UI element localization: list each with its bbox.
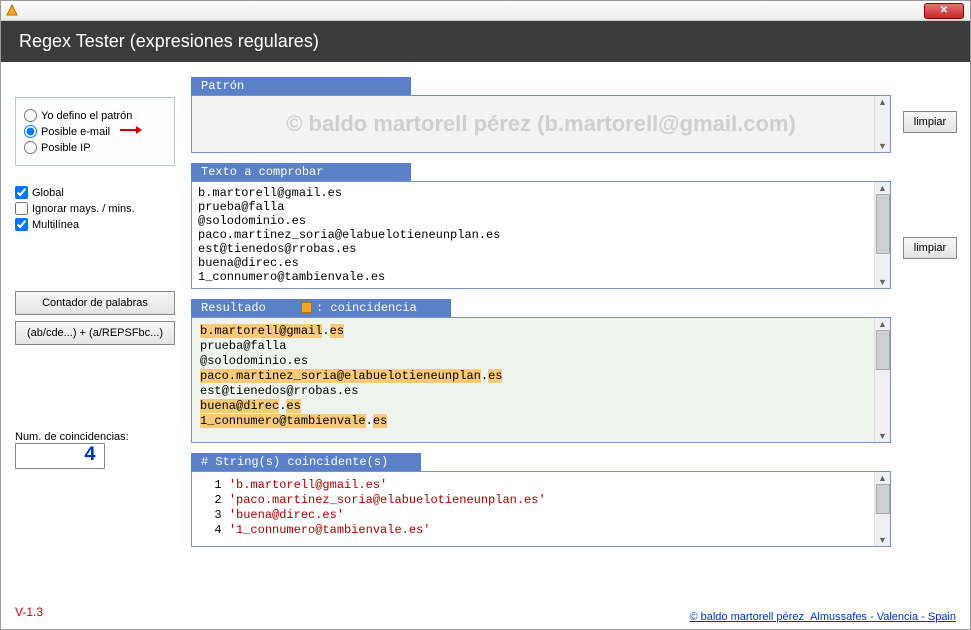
check-global[interactable]: Global [15,186,175,199]
coincidences-count: 4 [15,443,105,469]
patron-box: © baldo martorell pérez (b.martorell@gma… [191,95,891,153]
result-line: paco.martinez_soria@elabuelotieneunplan.… [200,369,870,384]
arrow-icon [118,125,142,138]
result-line: buena@direc.es [200,399,870,414]
result-line: @solodominio.es [200,354,870,369]
matches-box: 1 'b.martorell@gmail.es' 2 'paco.martine… [191,471,891,547]
texto-input[interactable] [192,182,890,288]
credits-link[interactable]: © baldo martorell pérez Almussafes - Val… [689,611,956,623]
radio-possible-email-input[interactable] [24,125,37,138]
pattern-mode-group: Yo defino el patrón Posible e-mail Posib… [15,97,175,166]
radio-define-pattern-input[interactable] [24,109,37,122]
section-resultado: Resultado : coincidencia b.martorell@gma… [191,299,891,443]
radio-define-pattern[interactable]: Yo defino el patrón [24,109,166,122]
section-matches: # String(s) coincidente(s) 1 'b.martorel… [191,453,891,547]
texto-header: Texto a comprobar [191,163,411,181]
patron-header: Patrón [191,77,411,95]
credits-author: © baldo martorell pérez [689,611,804,623]
result-line: 1_connumero@tambienvale.es [200,414,870,429]
result-line: b.martorell@gmail.es [200,324,870,339]
capture-groups-button[interactable]: (ab/cde...) + (a/REPSFbc...) [15,321,175,345]
page-title: Regex Tester (expresiones regulares) [1,21,970,62]
patron-input[interactable] [192,96,890,152]
check-label: Global [32,187,64,199]
match-row: 4 '1_connumero@tambienvale.es' [200,523,870,538]
resultado-chip-label: : coincidencia [316,301,417,315]
titlebar: ✕ [1,1,970,21]
result-line: prueba@falla [200,339,870,354]
check-ignore-case[interactable]: Ignorar mays. / mins. [15,202,175,215]
window-close-button[interactable]: ✕ [924,3,964,19]
match-color-chip [301,302,312,313]
matches-header: # String(s) coincidente(s) [191,453,421,471]
credits-location: Almussafes - Valencia - Spain [810,611,956,623]
radio-label: Posible e-mail [41,126,110,138]
scrollbar[interactable] [874,318,890,442]
clear-texto-button[interactable]: limpiar [903,237,957,259]
result-line: est@tienedos@rrobas.es [200,384,870,399]
radio-label: Posible IP [41,142,91,154]
scrollbar[interactable] [874,182,890,288]
check-multiline[interactable]: Multilínea [15,218,175,231]
resultado-header: Resultado : coincidencia [191,299,451,317]
match-row: 1 'b.martorell@gmail.es' [200,478,870,493]
check-multiline-input[interactable] [15,218,28,231]
resultado-box: b.martorell@gmail.esprueba@falla@solodom… [191,317,891,443]
resultado-header-text: Resultado [201,301,266,315]
section-patron: Patrón © baldo martorell pérez (b.martor… [191,77,891,153]
clear-patron-button[interactable]: limpiar [903,111,957,133]
radio-possible-ip[interactable]: Posible IP [24,141,166,154]
app-icon [5,3,19,17]
coincidences-label: Num. de coincidencias: [15,431,175,443]
word-counter-button[interactable]: Contador de palabras [15,291,175,315]
scrollbar[interactable] [874,96,890,152]
radio-possible-ip-input[interactable] [24,141,37,154]
match-row: 2 'paco.martinez_soria@elabuelotieneunpl… [200,493,870,508]
check-label: Multilínea [32,219,79,231]
section-texto: Texto a comprobar [191,163,891,289]
scrollbar[interactable] [874,472,890,546]
match-row: 3 'buena@direc.es' [200,508,870,523]
check-label: Ignorar mays. / mins. [32,203,135,215]
texto-box [191,181,891,289]
check-global-input[interactable] [15,186,28,199]
version-label: V-1.3 [15,605,43,619]
check-ignore-input[interactable] [15,202,28,215]
radio-label: Yo defino el patrón [41,110,132,122]
radio-possible-email[interactable]: Posible e-mail [24,125,166,138]
